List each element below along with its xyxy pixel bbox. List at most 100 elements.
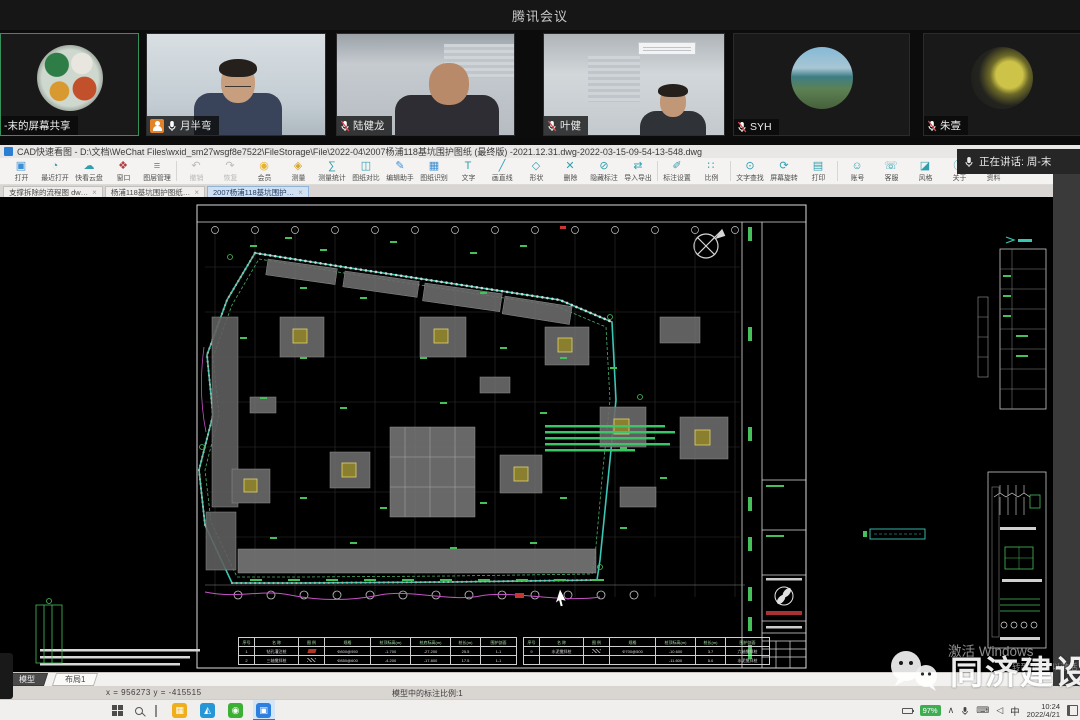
table-header-cell: 围护剖面 [481, 638, 517, 647]
tile-participant-4[interactable]: SYH [733, 33, 910, 136]
doc-tab-3[interactable]: 2007杨浦118基坑围护…× [207, 186, 309, 197]
cad-doc-tabs: 支撑拆除的流程图 dw…×杨浦118基坑围护图纸…×2007杨浦118基坑围护…… [0, 185, 1080, 197]
close-icon[interactable]: × [298, 188, 303, 197]
taskbar-app-cad-viewer[interactable]: ◭ [197, 700, 219, 720]
toolbar-button-undo[interactable]: ↶撤销 [179, 158, 213, 184]
hide-annotation-icon: ⊘ [599, 160, 608, 172]
pile-table-right: 序号名 称图 例规格桩顶标高(m)桩长(m)围护剖面9水泥搅拌桩Φ700@500… [523, 637, 770, 665]
close-icon[interactable]: × [92, 188, 97, 197]
table-header-cell: 规格 [325, 638, 371, 647]
toolbar-button-label: 恢复 [223, 172, 237, 182]
toolbar-button-hide-annotation[interactable]: ⊘隐藏标注 [587, 158, 621, 184]
toolbar-button-open[interactable]: ▣打开 [4, 158, 38, 184]
table-cell: 三轴搅拌桩 [255, 656, 299, 665]
toolbar-separator [176, 161, 177, 181]
toolbar-button-import-export[interactable]: ⇄导入导出 [621, 158, 655, 184]
toolbar-button-recent[interactable]: ◔最近打开 [38, 158, 72, 184]
tile-participant-5[interactable]: 朱壹 [923, 33, 1080, 136]
table-cell: -4.200 [371, 656, 411, 665]
toolbar-button-line[interactable]: ╱画直线 [485, 158, 519, 184]
battery-percent[interactable]: 97% [920, 705, 941, 716]
toolbar-button-label: 撤销 [189, 172, 203, 182]
edit-assistant-icon: ✎ [395, 160, 404, 172]
toolbar-button-scale[interactable]: ∷比例 [694, 158, 728, 184]
right-side-strip [1053, 173, 1080, 686]
close-icon[interactable]: × [194, 188, 199, 197]
vip-icon: ◉ [259, 160, 269, 172]
site-plan-drawing [0, 197, 1080, 672]
toolbar-button-shape[interactable]: ◇形状 [519, 158, 553, 184]
toolbar-button-text[interactable]: T文字 [451, 158, 485, 184]
tile-participant-1[interactable]: 月半弯 [146, 33, 326, 136]
hatch-legend-icon [592, 649, 601, 653]
tray-volume-icon[interactable]: ◁ [996, 705, 1003, 716]
taskbar-app-wechat[interactable]: ◉ [225, 700, 247, 720]
taskbar-app-tencent-meeting[interactable]: ▣ [253, 700, 275, 720]
table-cell: 2 [239, 656, 255, 665]
table-cell [540, 656, 584, 665]
toolbar-button-account[interactable]: ☺账号 [840, 158, 874, 184]
toolbar-button-redo[interactable]: ↷恢复 [213, 158, 247, 184]
toolbar-button-support[interactable]: ☏客服 [874, 158, 908, 184]
toolbar-button-delete[interactable]: ✕删除 [553, 158, 587, 184]
cad-canvas[interactable]: 序号名 称图 例规格桩顶标高(m)桩底标高(m)桩长(m)围护剖面1钻孔灌注桩Φ… [0, 197, 1080, 672]
mic-muted-icon [340, 120, 350, 132]
layout1-tab[interactable]: 布局1 [52, 673, 99, 686]
toolbar-button-label: 删除 [563, 172, 577, 182]
person-hair [658, 84, 688, 97]
toolbar-button-vip[interactable]: ◉会员 [247, 158, 281, 184]
table-header-cell: 桩长(m) [696, 638, 726, 647]
table-cell: 六轴搅拌桩 [726, 647, 770, 656]
ime-indicator[interactable]: 中 [1010, 704, 1020, 718]
toolbar-button-rotate[interactable]: ⟳屏幕旋转 [767, 158, 801, 184]
toolbar-button-label: 标注设置 [663, 172, 691, 182]
meeting-title: 腾讯会议 [512, 6, 568, 25]
clock[interactable]: 10:24 2022/4/21 [1027, 703, 1060, 719]
delete-icon: ✕ [565, 160, 574, 172]
tile-screen-share[interactable]: -末的屏幕共享 [0, 33, 139, 136]
toolbar-button-label: 最近打开 [41, 172, 69, 182]
ac-unit [638, 42, 696, 55]
taskbar-app-wps-office[interactable]: ▦ [169, 700, 191, 720]
toolbar-button-annotation-settings[interactable]: ✐标注设置 [660, 158, 694, 184]
toolbar-button-edit-assistant[interactable]: ✎编辑助手 [383, 158, 417, 184]
participant-name: SYH [750, 121, 772, 133]
open-icon: ▣ [16, 160, 26, 172]
toolbar-button-layers[interactable]: ≡图层管理 [140, 158, 174, 184]
toolbar-separator [837, 161, 838, 181]
doc-tab-1[interactable]: 支撑拆除的流程图 dw…× [3, 186, 103, 197]
toolbar-button-style[interactable]: ◪风格 [908, 158, 942, 184]
table-cell: 水泥搅拌桩 [726, 656, 770, 665]
toolbar-button-label: 图纸对比 [352, 172, 380, 182]
toolbar-button-cloud[interactable]: ☁快看云盘 [72, 158, 106, 184]
toolbar-separator [730, 161, 731, 181]
toolbar-button-recognize[interactable]: ▦图纸识别 [417, 158, 451, 184]
start-button[interactable] [112, 705, 123, 716]
tray-mic-icon[interactable] [961, 706, 969, 716]
cad-window-title: CAD快速看图 - D:\文档\WeChat Files\wxid_sm27ws… [17, 145, 702, 158]
table-cell: 1 [239, 647, 255, 656]
cursor-coordinates: x = 956273 y = -415515 [106, 688, 202, 697]
meeting-topbar: 腾讯会议 [0, 0, 1080, 30]
toolbar-button-find-text[interactable]: ⊙文字查找 [733, 158, 767, 184]
tile-participant-3[interactable]: 叶健 [543, 33, 725, 136]
right-fragment-details [988, 472, 1046, 648]
cad-titlebar: CAD快速看图 - D:\文档\WeChat Files\wxid_sm27ws… [0, 145, 1080, 158]
task-view-icon[interactable] [155, 705, 157, 717]
search-icon[interactable] [135, 707, 143, 715]
table-header-cell: 桩顶标高(m) [371, 638, 411, 647]
doc-tab-2[interactable]: 杨浦118基坑围护图纸…× [105, 186, 205, 197]
toolbar-button-measure[interactable]: ◈测量 [281, 158, 315, 184]
tray-keyboard-icon[interactable]: ⌨ [976, 705, 989, 716]
tray-expand-icon[interactable]: ∧ [948, 705, 955, 716]
table-cell: -11.600 [656, 656, 696, 665]
table-cell [610, 656, 656, 665]
toolbar-button-compare[interactable]: ◫图纸对比 [349, 158, 383, 184]
toolbar-button-window[interactable]: ❖窗口 [106, 158, 140, 184]
toolbar-button-print[interactable]: ▤打印 [801, 158, 835, 184]
pit-enclosure-outline [199, 253, 616, 583]
notification-center-icon[interactable] [1067, 705, 1078, 716]
toolbar-button-measure-stats[interactable]: ∑测量统计 [315, 158, 349, 184]
tile-participant-2[interactable]: 陆健龙 [336, 33, 515, 136]
isolated-detail [863, 529, 925, 539]
